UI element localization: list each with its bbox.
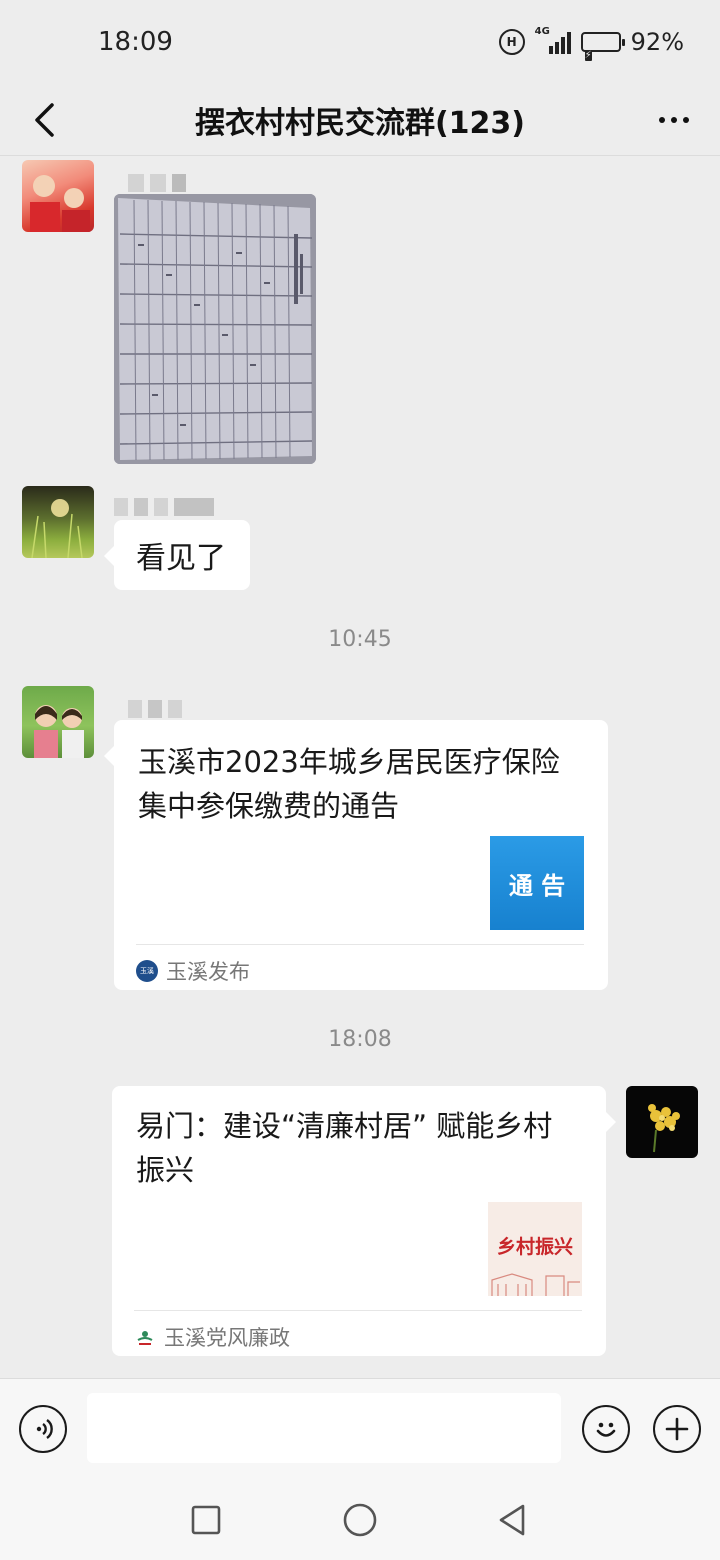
text-message-bubble[interactable]: 看见了 (104, 520, 250, 590)
link-card-message[interactable]: 易门：建设“清廉村居” 赋能乡村 振兴 乡村振兴 玉溪党风廉政 (112, 1086, 616, 1356)
image-message[interactable] (114, 194, 316, 464)
system-back-button[interactable] (494, 1502, 530, 1538)
battery-level: 92% (630, 28, 684, 56)
card-divider (134, 1310, 582, 1311)
emoji-button[interactable] (582, 1405, 630, 1453)
network-type: 4G (534, 26, 550, 37)
triangle-back-icon (499, 1504, 525, 1536)
source-logo-icon (134, 1326, 156, 1348)
message-input[interactable] (87, 1393, 561, 1463)
link-card-message[interactable]: 玉溪市2023年城乡居民医疗保险 集中参保缴费的通告 通 告 玉溪 玉溪发布 (104, 720, 608, 990)
status-bar: 18:09 H 4G ⚡ 92% (0, 0, 720, 84)
message-text: 看见了 (136, 541, 226, 576)
timestamp: 10:45 (328, 627, 392, 652)
sender-name-blurred (128, 700, 182, 718)
card-divider (136, 944, 584, 945)
card-title: 玉溪市2023年城乡居民医疗保险 集中参保缴费的通告 (138, 745, 560, 823)
card-title: 易门：建设“清廉村居” 赋能乡村 振兴 (136, 1109, 553, 1187)
timestamp: 18:08 (328, 1027, 392, 1052)
card-source: 玉溪党风廉政 (134, 1322, 290, 1352)
hd-call-icon: H (498, 29, 525, 55)
emoji-icon (596, 1422, 616, 1437)
voice-input-button[interactable] (19, 1405, 67, 1453)
sender-name-blurred (128, 174, 186, 192)
more-options-button[interactable] (652, 98, 696, 142)
more-functions-button[interactable] (653, 1405, 701, 1453)
recent-apps-button[interactable] (188, 1502, 224, 1538)
card-source: 玉溪 玉溪发布 (136, 956, 250, 986)
message-input-bar (0, 1378, 720, 1478)
voice-icon (36, 1419, 53, 1439)
square-icon (191, 1505, 221, 1535)
card-source-name: 玉溪党风廉政 (164, 1326, 290, 1350)
status-time: 18:09 (98, 27, 173, 57)
chevron-left-icon (35, 103, 54, 137)
chat-header: 摆衣村村民交流群(123) (0, 84, 720, 156)
battery-icon: ⚡ (580, 32, 625, 61)
source-logo-icon: 玉溪 (136, 960, 158, 982)
home-button[interactable] (342, 1502, 378, 1538)
status-icons: H 4G ⚡ 92% (498, 26, 684, 61)
card-source-name: 玉溪发布 (166, 960, 250, 984)
card-thumbnail: 通 告 (490, 836, 584, 930)
circle-icon (343, 1503, 377, 1537)
avatar[interactable] (22, 686, 94, 758)
back-button[interactable] (22, 98, 66, 142)
avatar[interactable] (22, 486, 94, 558)
card-thumbnail: 乡村振兴 (488, 1202, 582, 1296)
plus-icon (665, 1417, 689, 1441)
signal-icon: 4G (535, 26, 571, 54)
avatar[interactable] (626, 1086, 698, 1158)
system-navigation-bar (0, 1478, 720, 1560)
sender-name-blurred (114, 498, 214, 516)
chat-title: 摆衣村村民交流群(123) (194, 105, 526, 141)
avatar[interactable] (22, 160, 94, 232)
